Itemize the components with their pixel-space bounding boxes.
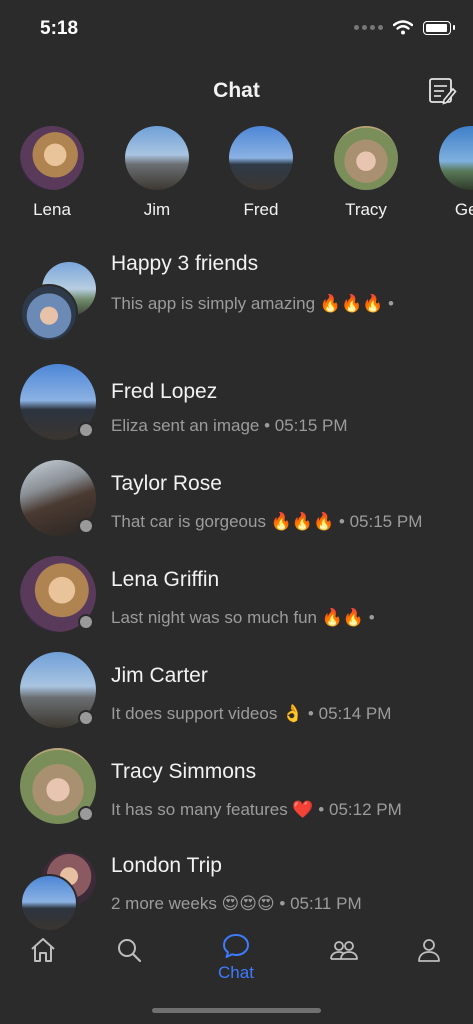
signal-icon <box>354 25 383 30</box>
avatar <box>125 126 189 190</box>
tab-home[interactable] <box>13 925 73 985</box>
battery-icon <box>423 20 455 35</box>
stories-row: Lena Jim Fred Tracy Geo <box>0 126 473 226</box>
chat-row-happy-3-friends[interactable]: Happy 3 friends This app is simply amazi… <box>0 244 473 342</box>
chat-title: Jim Carter <box>111 664 208 687</box>
presence-dot <box>78 422 94 438</box>
chat-title: Tracy Simmons <box>111 760 257 783</box>
chat-row-taylor-rose[interactable]: Taylor Rose That car is gorgeous 🔥🔥🔥 • 0… <box>0 460 473 552</box>
chat-title: Lena Griffin <box>111 568 220 591</box>
chat-title: Taylor Rose <box>111 472 222 495</box>
chat-title: Fred Lopez <box>111 380 218 403</box>
avatar <box>20 284 78 342</box>
story-name: Lena <box>33 200 71 219</box>
group-avatar <box>20 852 100 932</box>
tab-chat[interactable]: Chat <box>206 925 266 985</box>
chat-avatar <box>20 460 96 536</box>
home-indicator[interactable] <box>152 1008 321 1013</box>
story-lena[interactable]: Lena <box>7 126 97 220</box>
chat-row-jim-carter[interactable]: Jim Carter It does support videos 👌 • 05… <box>0 652 473 744</box>
tab-profile[interactable] <box>399 925 459 985</box>
presence-dot <box>78 710 94 726</box>
story-name: Jim <box>143 200 171 219</box>
chat-title: London Trip <box>111 854 222 877</box>
chat-avatar <box>20 652 96 728</box>
chat-bubble-icon <box>223 934 249 958</box>
wifi-icon <box>393 20 413 35</box>
tab-bar: Chat <box>0 925 473 985</box>
profile-icon <box>418 939 440 962</box>
tab-chat-label: Chat <box>218 963 254 982</box>
avatar <box>439 126 473 190</box>
chat-row-fred-lopez[interactable]: Fred Lopez Eliza sent an image • 05:15 P… <box>0 364 473 456</box>
status-icons <box>354 20 455 35</box>
chat-title: Happy 3 friends <box>111 252 259 275</box>
presence-dot <box>78 614 94 630</box>
story-name: Tracy <box>345 200 387 219</box>
avatar <box>20 126 84 190</box>
presence-dot <box>78 518 94 534</box>
status-bar: 5:18 <box>0 0 473 58</box>
group-avatar <box>20 262 100 342</box>
header: Chat <box>0 72 473 112</box>
status-time: 5:18 <box>40 18 79 39</box>
chat-preview: It has so many features ❤️ • 05:12 PM <box>111 800 402 819</box>
avatar <box>229 126 293 190</box>
friends-icon <box>330 941 358 960</box>
home-icon <box>31 938 55 962</box>
chat-avatar <box>20 748 96 824</box>
search-icon <box>118 939 142 963</box>
chat-preview: This app is simply amazing 🔥🔥🔥 • <box>111 294 394 313</box>
story-fred[interactable]: Fred <box>216 126 306 220</box>
compose-icon[interactable] <box>427 76 457 106</box>
presence-dot <box>78 806 94 822</box>
chat-preview: That car is gorgeous 🔥🔥🔥 • 05:15 PM <box>111 512 423 531</box>
chat-row-london-trip[interactable]: London Trip 2 more weeks 😍😍😍 • 05:11 PM <box>0 842 473 934</box>
tab-friends[interactable] <box>314 925 374 985</box>
chat-preview: 2 more weeks 😍😍😍 • 05:11 PM <box>111 894 362 913</box>
chat-preview: Last night was so much fun 🔥🔥 • <box>111 608 375 627</box>
story-jim[interactable]: Jim <box>112 126 202 220</box>
story-tracy[interactable]: Tracy <box>321 126 411 220</box>
chat-avatar <box>20 556 96 632</box>
avatar <box>20 874 78 932</box>
story-name: Fred <box>243 200 279 219</box>
story-name: Geo <box>454 200 473 219</box>
story-geo[interactable]: Geo <box>426 126 473 220</box>
chat-preview: It does support videos 👌 • 05:14 PM <box>111 704 392 723</box>
avatar <box>334 126 398 190</box>
page-title: Chat <box>213 79 260 102</box>
chat-preview: Eliza sent an image • 05:15 PM <box>111 416 348 435</box>
chat-row-lena-griffin[interactable]: Lena Griffin Last night was so much fun … <box>0 556 473 648</box>
tab-search[interactable] <box>99 925 159 985</box>
chat-avatar <box>20 364 96 440</box>
chat-row-tracy-simmons[interactable]: Tracy Simmons It has so many features ❤️… <box>0 748 473 840</box>
